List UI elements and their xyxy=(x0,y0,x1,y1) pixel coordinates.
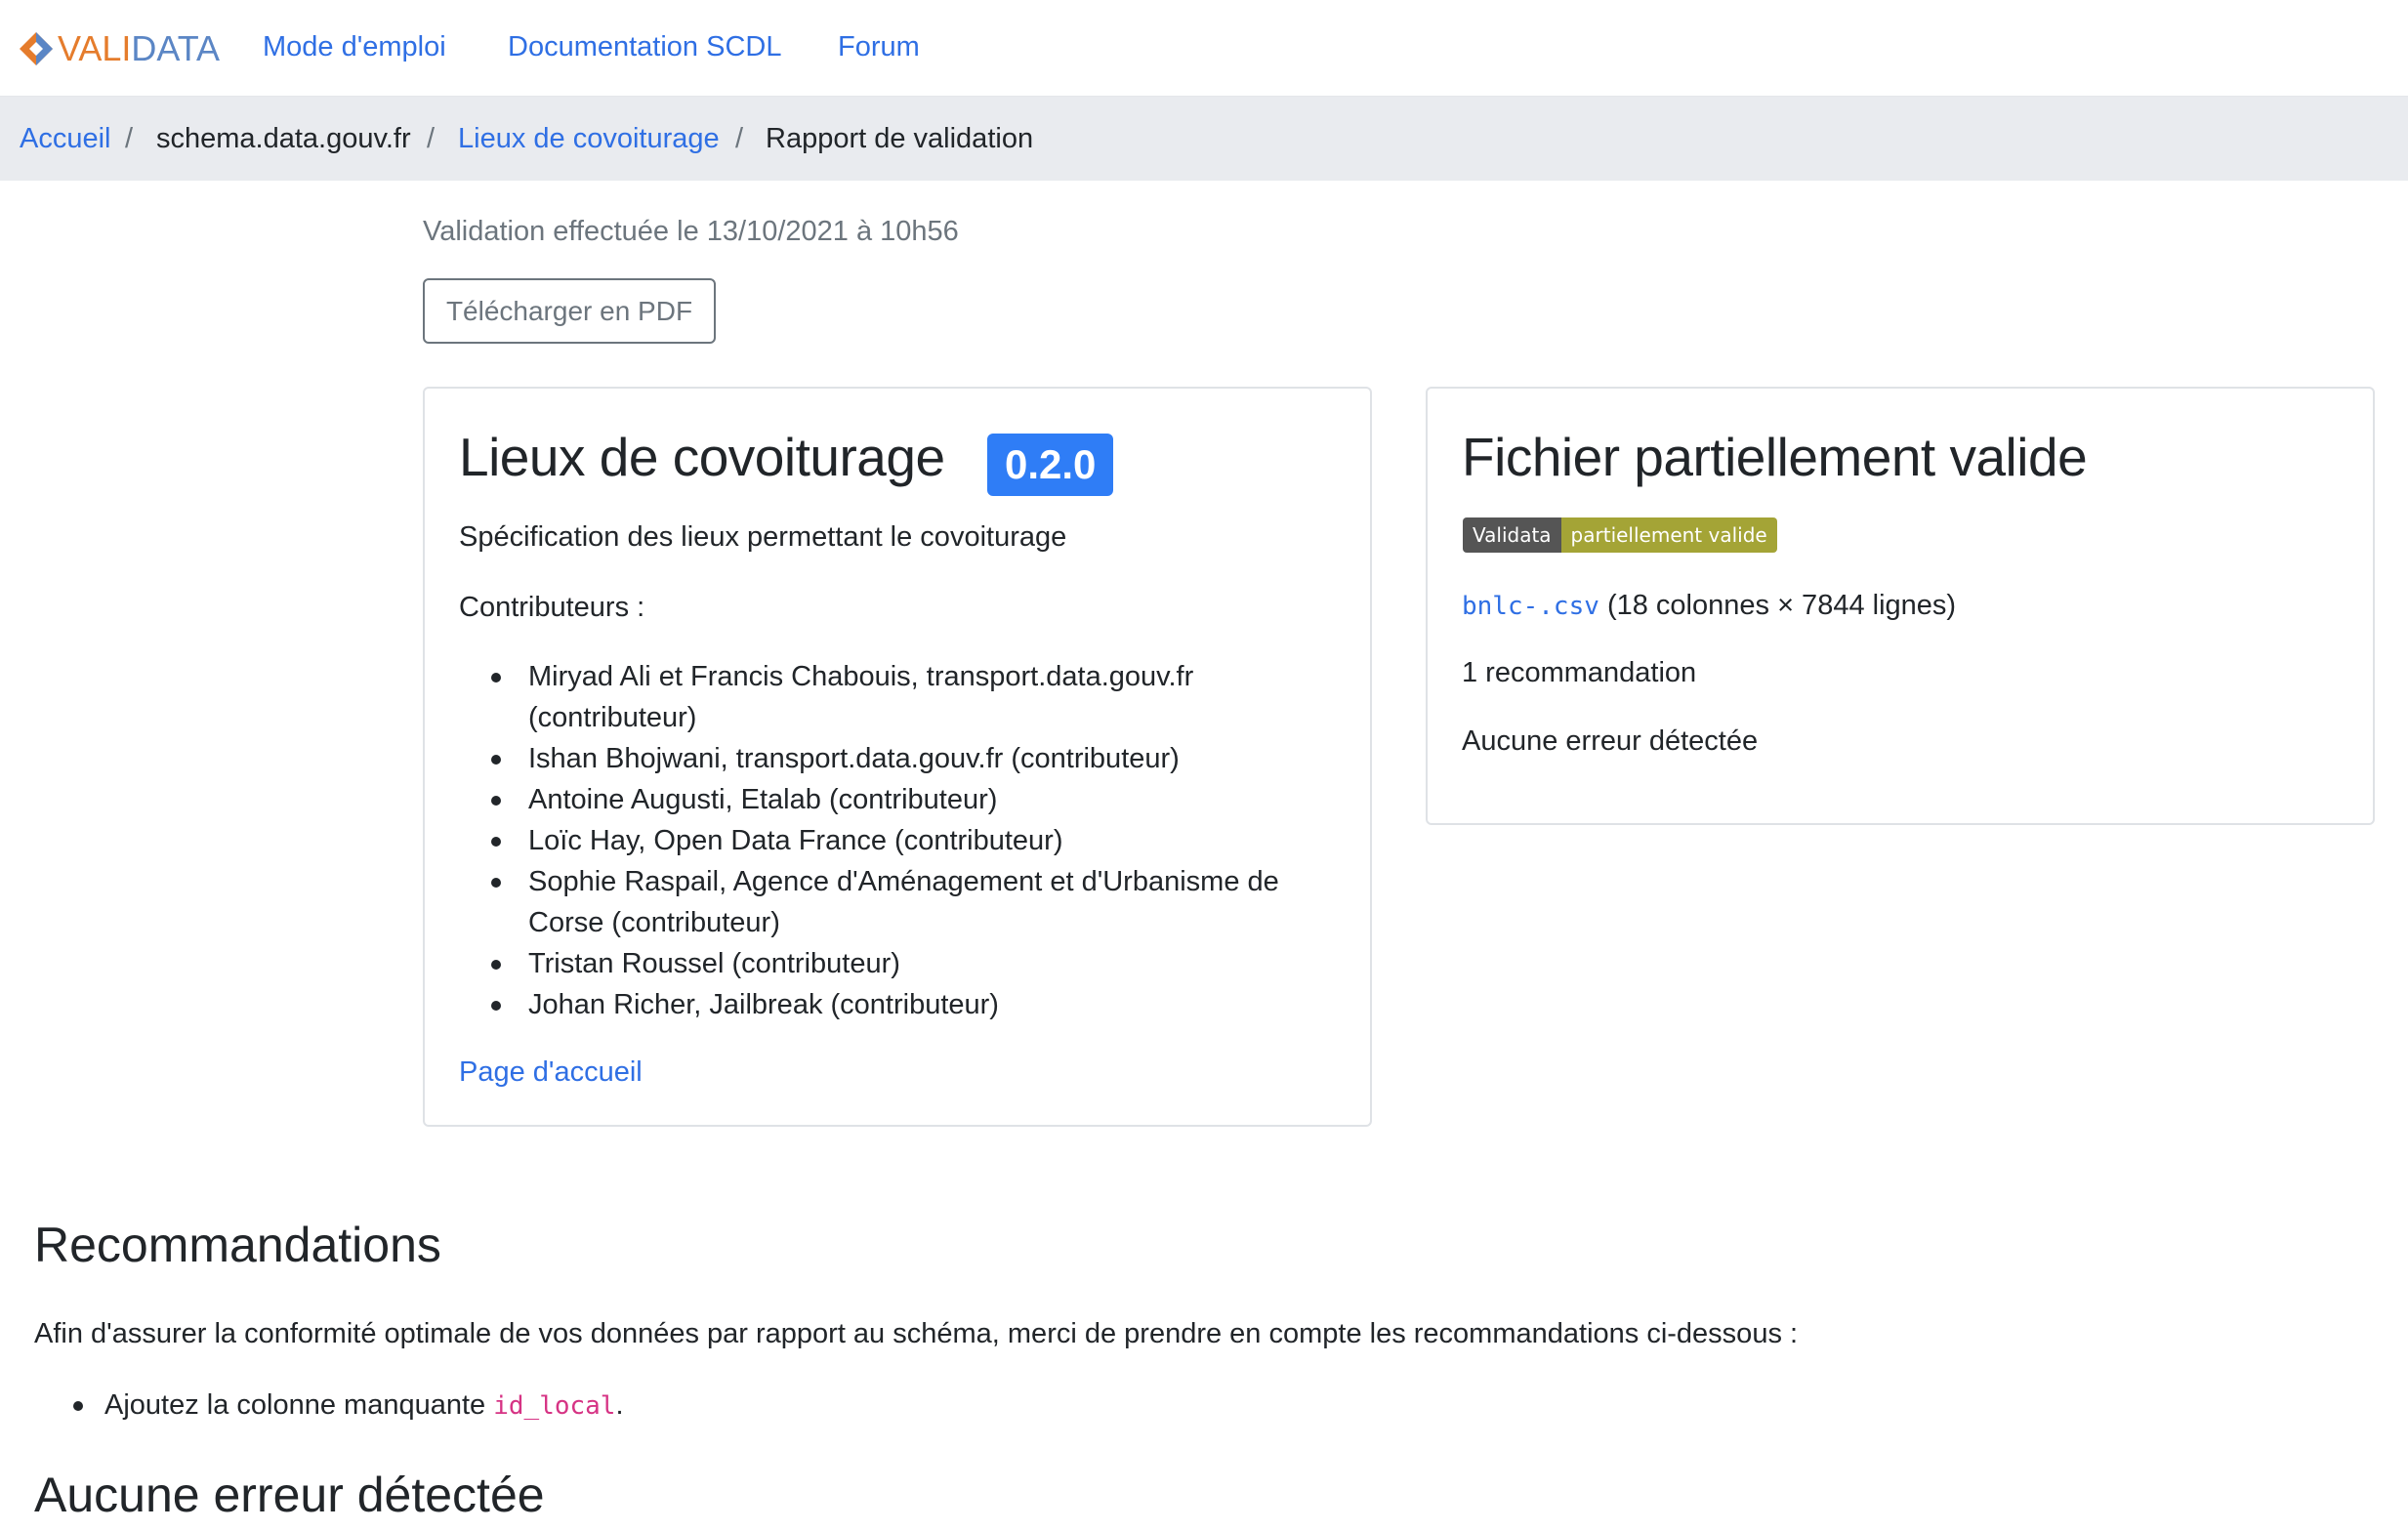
errors-summary: Aucune erreur détectée xyxy=(1462,725,1759,757)
breadcrumb-accueil[interactable]: Accueil xyxy=(20,120,111,157)
recommendations-list: Ajoutez la colonne manquante id_local. xyxy=(34,1385,624,1427)
validata-logo[interactable]: VALIDATA xyxy=(18,27,220,70)
breadcrumb: Accueil / schema.data.gouv.fr / Lieux de… xyxy=(0,97,2408,181)
breadcrumb-lieux-covoiturage[interactable]: Lieux de covoiturage xyxy=(458,120,720,157)
contributor-item: Johan Richer, Jailbreak (contributeur) xyxy=(491,984,1309,1025)
contributor-item: Antoine Augusti, Etalab (contributeur) xyxy=(491,779,1309,820)
nav-documentation-scdl[interactable]: Documentation SCDL xyxy=(508,27,781,66)
schema-homepage-link[interactable]: Page d'accueil xyxy=(459,1052,643,1093)
recommendation-text: Ajoutez la colonne manquante xyxy=(104,1389,494,1421)
contributor-item: Loïc Hay, Open Data France (contributeur… xyxy=(491,820,1309,861)
validation-date: Validation effectuée le 13/10/2021 à 10h… xyxy=(423,216,959,247)
nav-mode-emploi[interactable]: Mode d'emploi xyxy=(263,27,446,66)
contributor-item: Ishan Bhojwani, transport.data.gouv.fr (… xyxy=(491,738,1309,779)
top-navbar: VALIDATA Mode d'emploi Documentation SCD… xyxy=(0,0,2408,97)
recommendation-suffix: . xyxy=(615,1389,624,1421)
recommendations-count: 1 recommandation xyxy=(1462,657,1697,688)
contributors-list: Miryad Ali et Francis Chabouis, transpor… xyxy=(491,656,1309,1025)
contributor-item: Miryad Ali et Francis Chabouis, transpor… xyxy=(491,656,1309,738)
download-pdf-button[interactable]: Télécharger en PDF xyxy=(423,278,716,344)
breadcrumb-separator: / xyxy=(735,123,744,154)
contributors-label: Contributeurs : xyxy=(459,592,645,623)
errors-heading: Aucune erreur détectée xyxy=(34,1468,545,1522)
validata-diamond-icon xyxy=(20,32,53,65)
contributor-item: Tristan Roussel (contributeur) xyxy=(491,943,1309,984)
nav-forum[interactable]: Forum xyxy=(838,27,920,66)
breadcrumb-current-page: Rapport de validation xyxy=(766,123,1034,154)
breadcrumb-schema-site: schema.data.gouv.fr xyxy=(156,123,411,154)
schema-version-badge: 0.2.0 xyxy=(987,434,1114,496)
validation-status-badge: Validata partiellement valide xyxy=(1463,517,1777,553)
contributor-item: Sophie Raspail, Agence d'Aménagement et … xyxy=(491,861,1309,943)
result-title: Fichier partiellement valide xyxy=(1462,427,2088,487)
badge-label: Validata xyxy=(1463,517,1561,553)
breadcrumb-separator: / xyxy=(427,123,436,154)
schema-title: Lieux de covoiturage xyxy=(459,427,945,487)
file-dimensions: (18 colonnes × 7844 lignes) xyxy=(1606,590,1957,621)
validation-result-card: Fichier partiellement valide Validata pa… xyxy=(1426,387,2375,825)
file-name-link[interactable]: bnlc-.csv xyxy=(1462,592,1599,621)
schema-card: Lieux de covoiturage 0.2.0 Spécification… xyxy=(423,387,1372,1127)
recommendations-heading: Recommandations xyxy=(34,1218,441,1272)
recommendation-code: id_local xyxy=(493,1391,616,1421)
schema-description: Spécification des lieux permettant le co… xyxy=(459,521,1067,553)
recommendations-intro: Afin d'assurer la conformité optimale de… xyxy=(34,1318,1799,1349)
file-summary: bnlc-.csv (18 colonnes × 7844 lignes) xyxy=(1462,585,1956,627)
breadcrumb-separator: / xyxy=(125,123,134,154)
recommendation-item: Ajoutez la colonne manquante id_local. xyxy=(34,1385,624,1427)
brand-name: VALIDATA xyxy=(58,28,221,68)
badge-status: partiellement valide xyxy=(1560,517,1777,553)
